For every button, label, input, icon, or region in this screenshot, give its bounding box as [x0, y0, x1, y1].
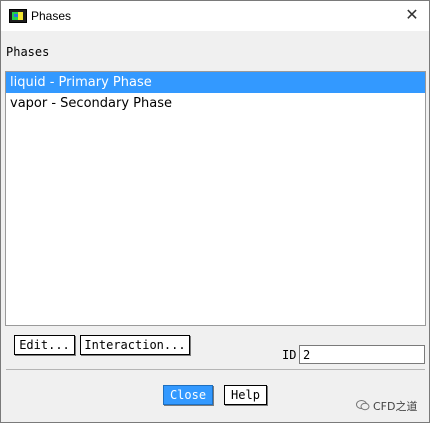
id-label: ID [282, 348, 297, 362]
watermark: CFD之道 [356, 398, 417, 414]
help-button[interactable]: Help [224, 385, 267, 405]
list-item[interactable]: vapor - Secondary Phase [6, 93, 425, 114]
close-button[interactable]: Close [163, 385, 213, 405]
phases-dialog: Phases ✕ Phases liquid - Primary Phase v… [0, 0, 430, 423]
interaction-button[interactable]: Interaction... [80, 335, 190, 355]
phases-group-label: Phases [6, 45, 50, 59]
phases-list[interactable]: liquid - Primary Phase vapor - Secondary… [5, 71, 426, 326]
wechat-icon [356, 400, 370, 411]
divider [6, 369, 425, 370]
fluent-app-icon [9, 9, 27, 23]
list-item[interactable]: liquid - Primary Phase [6, 72, 425, 93]
title-bar[interactable]: Phases ✕ [1, 1, 429, 31]
watermark-text: CFD之道 [373, 400, 418, 413]
id-field[interactable]: 2 [299, 345, 425, 364]
window-title: Phases [31, 9, 72, 23]
close-icon[interactable]: ✕ [403, 5, 421, 25]
edit-button[interactable]: Edit... [14, 335, 75, 355]
